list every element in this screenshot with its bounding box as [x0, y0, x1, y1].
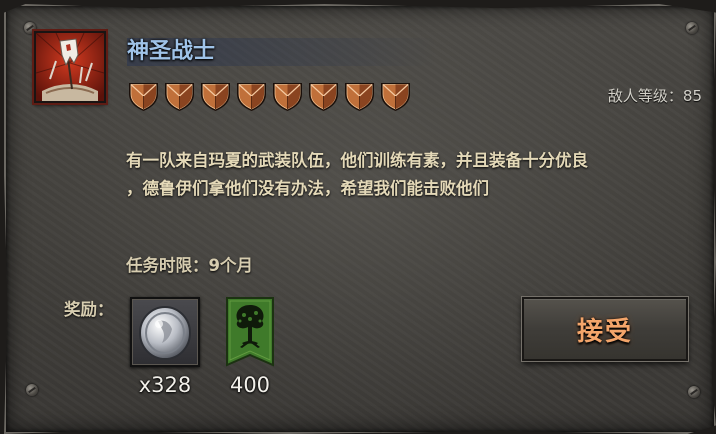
rivet-bottom-left [26, 384, 38, 396]
description-line: 有一队来自玛夏的武装队伍，他们训练有素，并且装备十分优良 [126, 151, 588, 170]
reward-silver-value: x328 [138, 373, 192, 397]
difficulty-shield-icon [162, 80, 197, 112]
silver-coin-icon [130, 297, 200, 367]
difficulty-shield-icon [270, 80, 305, 112]
tree-banner-icon [226, 297, 274, 367]
reward-banner-value: 400 [229, 373, 271, 397]
mission-title: 神圣战士 [127, 38, 437, 66]
accept-button[interactable]: 接受 [522, 297, 688, 361]
reward-banner[interactable]: 400 [215, 297, 285, 401]
difficulty-shield-icon [306, 80, 341, 112]
difficulty-shield-icon [126, 80, 161, 112]
rivet-bottom-right [688, 386, 700, 398]
difficulty-shield-icon [198, 80, 233, 112]
holy-warrior-banner-icon [34, 31, 106, 103]
rivet-top-right [686, 22, 698, 34]
rewards-label: 奖励： [64, 300, 114, 319]
difficulty-shield-icon [342, 80, 377, 112]
mission-panel [4, 4, 716, 434]
reward-silver[interactable]: x328 [130, 297, 200, 401]
difficulty-shield-icon [234, 80, 269, 112]
mission-description: 有一队来自玛夏的武装队伍，他们训练有素，并且装备十分优良 ，德鲁伊们拿他们没有办… [126, 147, 696, 203]
enemy-level: 敌人等级：85 [608, 85, 702, 106]
difficulty-shield-icon [378, 80, 413, 112]
enemy-level-value: 85 [682, 87, 702, 105]
enemy-level-label: 敌人等级： [607, 87, 683, 105]
description-line: ，德鲁伊们拿他们没有办法，希望我们能击败他们 [126, 179, 489, 198]
mission-deadline: 任务时限：9个月 [126, 256, 253, 275]
accept-button-label: 接受 [576, 316, 633, 347]
difficulty-shields [126, 80, 413, 112]
